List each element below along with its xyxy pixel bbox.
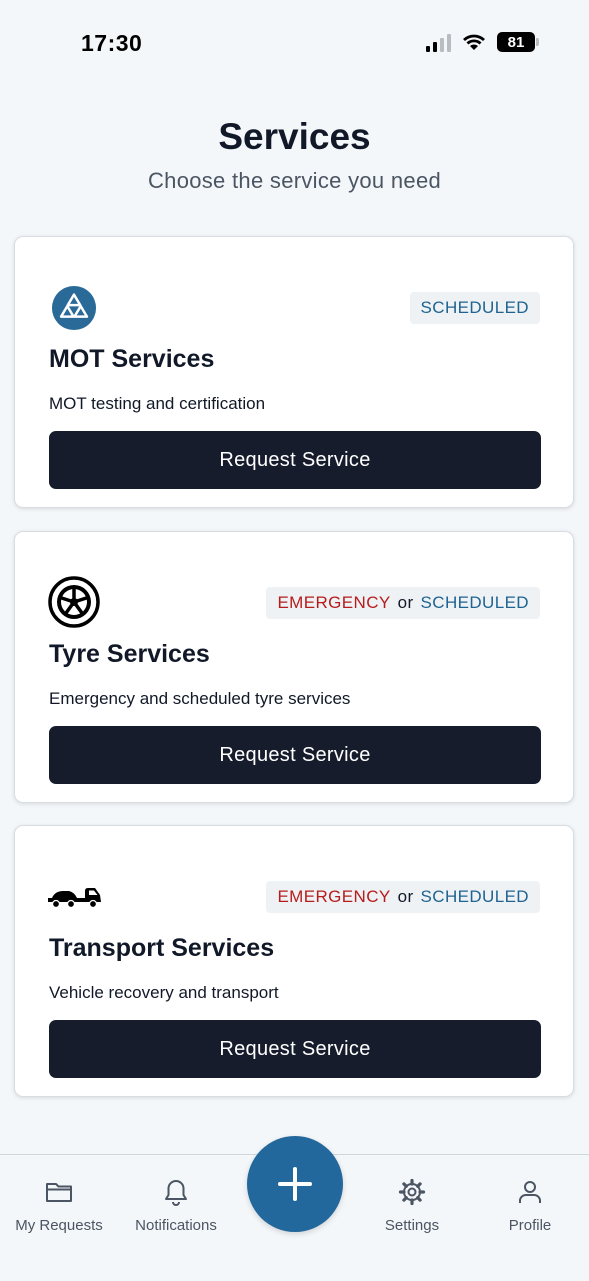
service-title: Tyre Services	[49, 640, 210, 668]
service-card-transport: EMERGENCY or SCHEDULED Transport Service…	[14, 825, 574, 1097]
plus-icon	[278, 1167, 312, 1201]
badge-or-text: or	[397, 593, 414, 612]
user-icon	[519, 1181, 541, 1203]
folder-icon	[46, 1183, 72, 1202]
request-service-button[interactable]: Request Service	[49, 1020, 541, 1078]
badge-emergency-text: EMERGENCY	[277, 887, 391, 906]
emergency-or-scheduled-badge: EMERGENCY or SCHEDULED	[266, 881, 540, 913]
badge-scheduled-text: SCHEDULED	[420, 887, 529, 906]
service-card-mot: SCHEDULED MOT Services MOT testing and c…	[14, 236, 574, 508]
wifi-icon	[463, 34, 485, 50]
tow-truck-icon	[48, 888, 101, 909]
service-title: MOT Services	[49, 345, 215, 373]
mot-triangles-icon	[51, 285, 97, 331]
request-service-button[interactable]: Request Service	[49, 726, 541, 784]
status-time: 17:30	[81, 30, 143, 56]
cellular-signal-icon	[426, 32, 451, 52]
nav-label: Profile	[508, 1217, 552, 1234]
service-description: MOT testing and certification	[49, 394, 266, 413]
nav-item-settings[interactable]: Settings	[353, 1177, 471, 1234]
bell-icon	[165, 1180, 187, 1206]
tyre-icon	[48, 576, 100, 628]
badge-scheduled-text: SCHEDULED	[420, 298, 529, 317]
page-title: Services	[218, 116, 371, 157]
gear-icon	[398, 1178, 426, 1206]
emergency-or-scheduled-badge: EMERGENCY or SCHEDULED	[266, 587, 540, 619]
service-description: Emergency and scheduled tyre services	[49, 689, 351, 708]
status-icons: 81	[426, 32, 539, 52]
nav-label: Settings	[384, 1217, 440, 1234]
scheduled-badge: SCHEDULED	[409, 292, 540, 324]
page-subtitle: Choose the service you need	[147, 168, 442, 193]
badge-emergency-text: EMERGENCY	[277, 593, 391, 612]
service-description: Vehicle recovery and transport	[49, 983, 279, 1002]
service-title: Transport Services	[49, 934, 275, 962]
nav-label: Notifications	[135, 1217, 217, 1234]
request-service-button[interactable]: Request Service	[49, 431, 541, 489]
nav-label: My Requests	[15, 1217, 103, 1234]
status-bar: 17:30 81	[0, 0, 589, 88]
nav-item-profile[interactable]: Profile	[471, 1177, 589, 1234]
badge-scheduled-text: SCHEDULED	[420, 593, 529, 612]
nav-item-my-requests[interactable]: My Requests	[0, 1177, 118, 1234]
service-card-tyre: EMERGENCY or SCHEDULED Tyre Services Eme…	[14, 531, 574, 803]
add-request-button[interactable]	[247, 1136, 343, 1232]
nav-item-notifications[interactable]: Notifications	[117, 1177, 235, 1234]
battery-level: 81	[507, 33, 525, 51]
badge-or-text: or	[397, 887, 414, 906]
battery-icon: 81	[497, 32, 539, 52]
